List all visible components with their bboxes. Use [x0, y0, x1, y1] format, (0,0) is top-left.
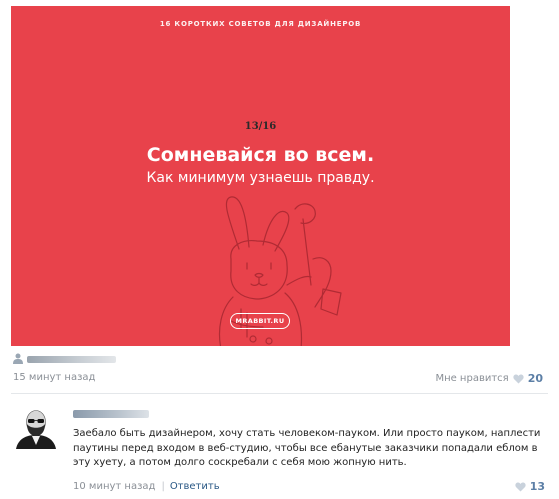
heart-icon [513, 373, 524, 383]
comment-footer: 10 минут назад | Ответить [73, 481, 220, 492]
like-count: 20 [527, 372, 543, 385]
comment-timestamp[interactable]: 10 минут назад [73, 481, 155, 492]
poster-headline: Сомневайся во всем. [146, 144, 375, 166]
poster-counter: 13/16 [244, 121, 277, 132]
wall-post: 16 КОРОТКИХ СОВЕТОВ ДЛЯ ДИЗАЙНЕРОВ 13/16… [0, 0, 559, 499]
author-name-redacted[interactable] [27, 356, 116, 363]
post-like-button[interactable]: Мне нравится 20 [435, 372, 543, 385]
divider [11, 393, 548, 394]
commenter-name-redacted[interactable] [73, 410, 149, 418]
comment-text: Заебало быть дизайнером, хочу стать чело… [73, 428, 541, 468]
poster-subline: Как минимум узнаешь правду. [146, 170, 375, 186]
comment-like-button[interactable]: 13 [515, 480, 545, 493]
user-icon [13, 353, 23, 364]
separator: | [161, 481, 165, 492]
post-image[interactable]: 16 КОРОТКИХ СОВЕТОВ ДЛЯ ДИЗАЙНЕРОВ 13/16… [11, 6, 510, 346]
poster-badge: MRABBIT.RU [230, 313, 290, 329]
reply-link[interactable]: Ответить [170, 481, 220, 492]
like-count: 13 [529, 480, 545, 493]
poster-header: 16 КОРОТКИХ СОВЕТОВ ДЛЯ ДИЗАЙНЕРОВ [159, 20, 362, 28]
post-timestamp[interactable]: 15 минут назад [13, 372, 95, 383]
like-label: Мне нравится [435, 373, 509, 384]
heart-icon [515, 481, 526, 491]
avatar[interactable] [14, 405, 58, 449]
